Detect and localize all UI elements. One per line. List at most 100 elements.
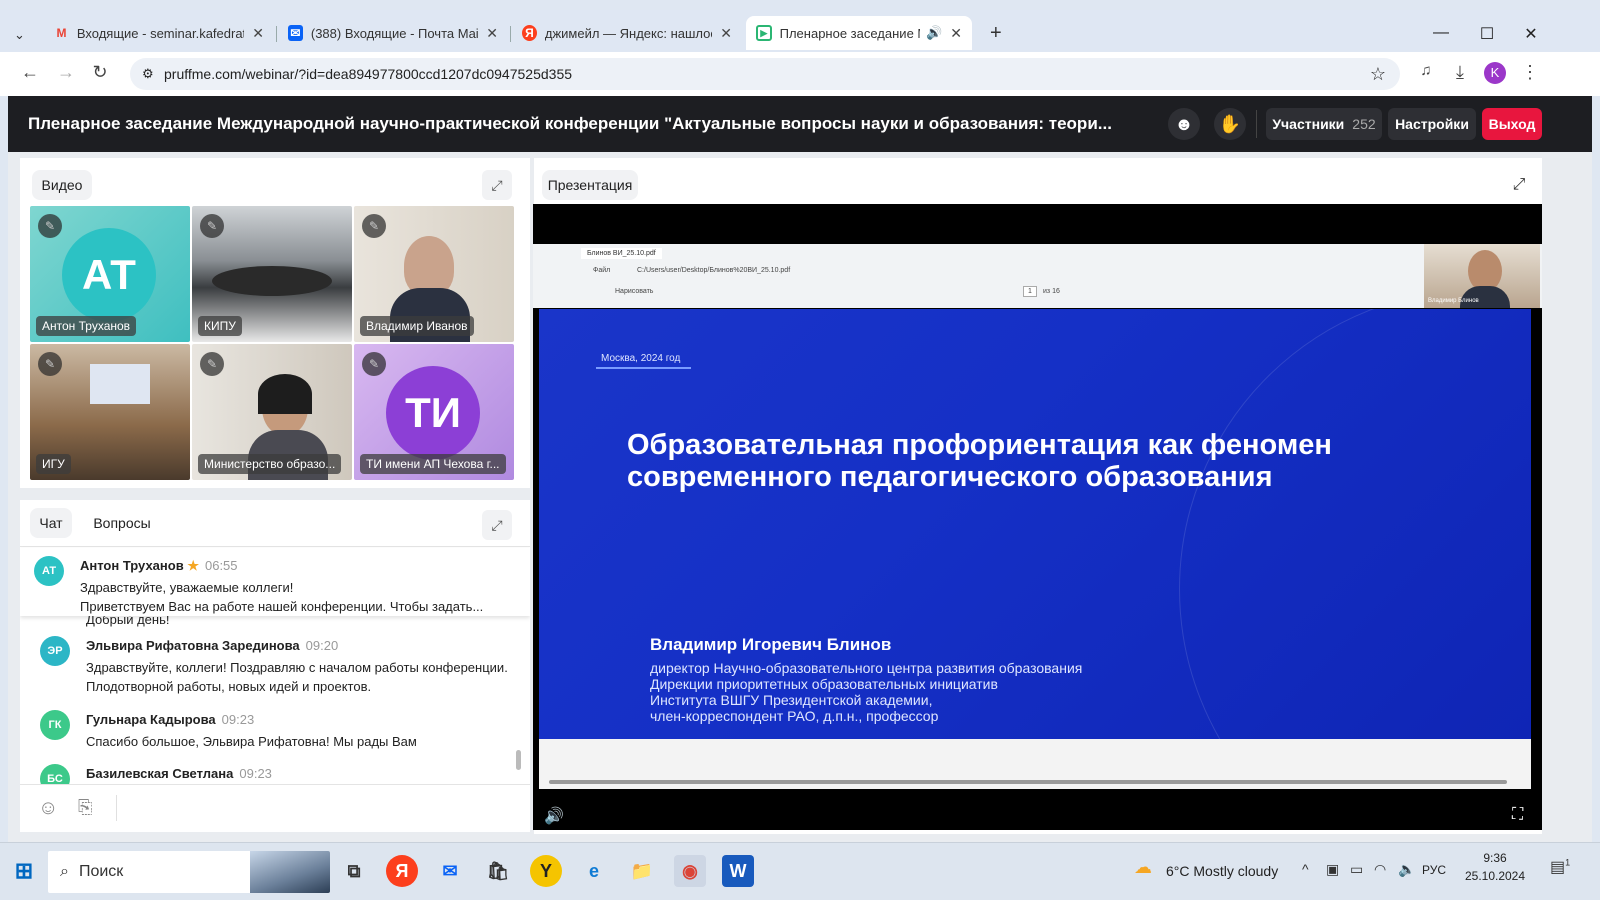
maximize-button[interactable]: ☐ [1464,24,1510,44]
tab-gmail[interactable]: M Входящие - seminar.kafedratds ✕ [44,16,274,50]
new-tab-button[interactable]: + [980,16,1010,50]
participants-label: Участники [1272,116,1345,132]
tab-yandex[interactable]: Я джимейл — Яндекс: нашлось ✕ [512,16,742,50]
video-tile[interactable]: ✎ Министерство образо... [192,344,352,480]
minimize-button[interactable]: — [1418,24,1464,42]
pruffme-icon: ▶ [756,25,772,41]
clock[interactable]: 9:36 25.10.2024 [1460,849,1530,885]
star-icon[interactable]: ☆ [1370,64,1386,85]
tab-title: Пленарное заседание Ме [779,25,921,41]
chevron-up-icon[interactable]: ^ [1302,861,1309,877]
pdf-draw: Нарисовать [615,288,654,295]
exit-button[interactable]: Выход [1482,108,1542,140]
mail-icon: ✉ [288,25,303,41]
chrome-icon[interactable]: ◉ [674,855,706,887]
battery-icon[interactable]: ▭ [1350,861,1363,878]
pdf-scrollbar[interactable] [549,780,1507,784]
fullscreen-icon[interactable]: ⛶ [1512,806,1523,824]
avatar: ТИ [386,366,480,460]
weather-text[interactable]: 6°C Mostly cloudy [1166,863,1278,879]
message-author: Гульнара Кадырова 09:23 [86,712,255,727]
task-view-icon[interactable]: ⧉ [338,855,370,887]
forward-button[interactable]: → [54,62,78,83]
language-indicator[interactable]: РУС [1422,863,1446,877]
close-window-button[interactable]: ✕ [1508,24,1554,44]
volume-icon[interactable]: 🔈 [1398,861,1415,878]
webinar-header: Пленарное заседание Международной научно… [8,96,1592,152]
speaker-icon[interactable]: 🔊 [926,25,942,41]
notification-icon[interactable]: ▤1 [1550,857,1570,877]
menu-icon[interactable]: ⋮ [1518,62,1542,83]
mic-off-icon: ✎ [362,352,386,376]
expand-icon[interactable]: ⤢ [1504,170,1534,200]
tab-mail[interactable]: ✉ (388) Входящие - Почта Mail ✕ [278,16,508,50]
site-info-icon[interactable]: ⚙ [142,66,154,82]
slide-role-line: Института ВШГУ Президентской академии, [650,692,933,708]
tab-questions[interactable]: Вопросы [82,508,162,538]
video-tile[interactable]: ✎ КИПУ [192,206,352,342]
attach-icon[interactable]: ⎘ [78,797,92,818]
reload-button[interactable]: ↻ [88,62,112,83]
profile-avatar[interactable]: K [1484,62,1506,84]
download-icon[interactable]: ⤓ [1448,62,1472,83]
expand-icon[interactable]: ⤢ [482,170,512,200]
url-field[interactable]: ⚙ pruffme.com/webinar/?id=dea894977800cc… [130,58,1400,90]
windows-start-icon[interactable]: ⊞ [8,855,40,887]
video-tile[interactable]: ТИ ✎ ТИ имени АП Чехова г... [354,344,514,480]
wifi-icon[interactable]: ◠ [1374,861,1386,878]
meet-icon[interactable]: ▣ [1326,861,1339,878]
edge-icon[interactable]: e [578,855,610,887]
tile-name: Министерство образо... [198,454,342,474]
back-button[interactable]: ← [18,62,42,83]
video-tile[interactable]: ✎ ИГУ [30,344,190,480]
word-icon[interactable]: W [722,855,754,887]
tile-name: КИПУ [198,316,242,336]
clock-time: 9:36 [1483,851,1507,865]
message-text: Здравствуйте, коллеги! Поздравляю с нача… [86,660,508,694]
tile-name: Владимир Иванов [360,316,474,336]
video-tile[interactable]: АТ ✎ Антон Труханов [30,206,190,342]
url-text: pruffme.com/webinar/?id=dea894977800ccd1… [164,66,573,82]
message-author: Эльвира Рифатовна Зарединова 09:20 [86,638,339,653]
chat-scrollbar[interactable] [516,750,521,770]
video-tile[interactable]: ✎ Владимир Иванов [354,206,514,342]
tab-chat[interactable]: Чат [30,508,72,538]
pdf-viewer-chrome: Блинов ВИ_25.10.pdf Файл C:/Users/user/D… [533,244,1542,308]
yandex-icon: Я [522,25,537,41]
close-icon[interactable]: ✕ [950,25,962,42]
yandex-icon[interactable]: Y [530,855,562,887]
pdf-file-label: Файл [593,267,611,274]
emoji-icon[interactable]: ☻ [1168,108,1200,140]
yandex-browser-icon[interactable]: Я [386,855,418,887]
plus-icon: + [990,21,1002,44]
raise-hand-icon[interactable]: ✋ [1214,108,1246,140]
volume-icon[interactable]: 🔊 [544,806,564,826]
tile-name: ТИ имени АП Чехова г... [360,454,506,474]
avatar: АТ [62,228,156,322]
close-icon[interactable]: ✕ [486,25,498,42]
slide-role-line: директор Научно-образовательного центра … [650,660,1083,676]
tab-search-button[interactable]: ⌄ [14,18,42,52]
chevron-down-icon: ⌄ [14,27,25,42]
close-icon[interactable]: ✕ [720,25,732,42]
avatar: ЭР [40,636,70,666]
video-label: Видео [32,170,92,200]
expand-icon[interactable]: ⤢ [482,510,512,540]
close-icon[interactable]: ✕ [252,25,264,42]
taskbar-search[interactable]: ⌕ Поиск [48,851,330,893]
tab-pruffme[interactable]: ▶ Пленарное заседание Ме 🔊 ✕ [746,16,972,50]
chat-message: БС Базилевская Светлана 09:23 [40,760,520,784]
settings-button[interactable]: Настройки [1388,108,1476,140]
webinar-title: Пленарное заседание Международной научно… [28,114,1112,133]
chat-input[interactable]: ☺ ⎘ [20,784,530,832]
mail-icon[interactable]: ✉ [434,855,466,887]
message-author: Базилевская Светлана 09:23 [86,766,272,781]
store-icon[interactable]: 🛍 [482,855,514,887]
file-explorer-icon[interactable]: 📁 [626,855,658,887]
emoji-icon[interactable]: ☺ [38,797,58,820]
pinned-message: АТ Антон Труханов ★ 06:55 Здравствуйте, у… [20,548,530,616]
mic-off-icon: ✎ [200,214,224,238]
participants-button[interactable]: Участники 252 [1266,108,1382,140]
mic-off-icon: ✎ [200,352,224,376]
media-icon[interactable]: ♫ [1414,62,1438,79]
